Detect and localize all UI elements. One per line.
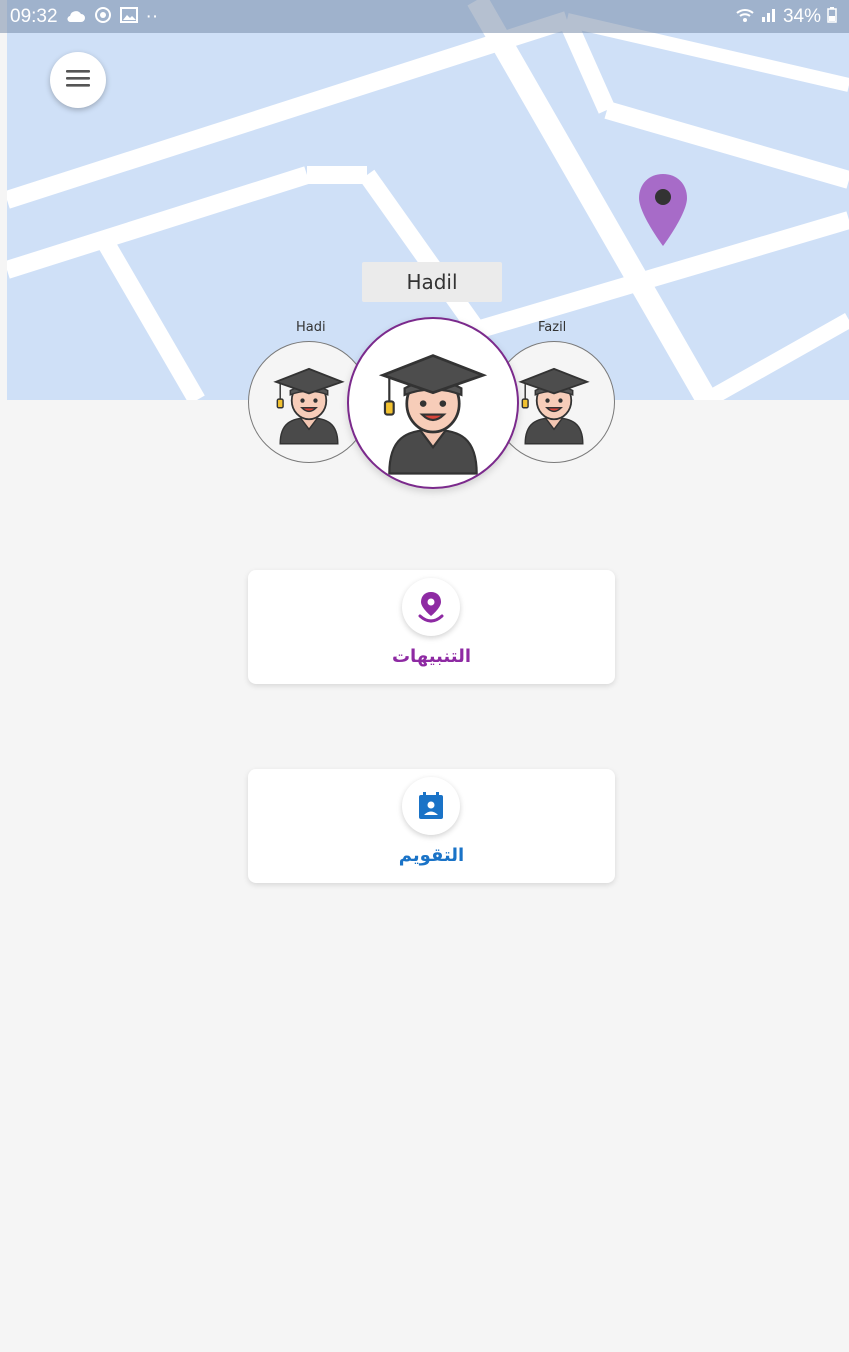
location-alert-icon — [402, 578, 460, 636]
alerts-label: التنبيهات — [391, 646, 472, 667]
child-name-fazil: Fazil — [538, 320, 567, 335]
wifi-icon — [735, 7, 755, 27]
status-time: 09:32 — [10, 6, 58, 27]
signal-icon — [761, 7, 777, 27]
calendar-card[interactable]: التقويم — [248, 769, 615, 883]
target-icon — [94, 6, 112, 28]
app-screen: 09:32 ·· 34% Hadil Hadi Fazil التنبيهات … — [0, 0, 849, 1352]
calendar-person-icon — [402, 777, 460, 835]
calendar-label: التقويم — [398, 845, 465, 866]
cloud-icon — [66, 8, 86, 27]
alerts-card[interactable]: التنبيهات — [248, 570, 615, 684]
hamburger-icon — [64, 67, 92, 93]
map-pin-icon[interactable] — [636, 172, 690, 252]
menu-button[interactable] — [50, 52, 106, 108]
graduate-avatar-icon — [378, 354, 488, 475]
selected-child-name: Hadil — [362, 262, 502, 302]
image-icon — [119, 7, 138, 27]
status-more-dots: ·· — [145, 6, 159, 27]
battery-percent: 34% — [782, 6, 821, 27]
battery-icon — [827, 7, 837, 27]
status-bar: 09:32 ·· 34% — [0, 0, 849, 33]
avatar-hadil-selected[interactable] — [347, 317, 519, 489]
child-name-hadi: Hadi — [296, 320, 326, 335]
